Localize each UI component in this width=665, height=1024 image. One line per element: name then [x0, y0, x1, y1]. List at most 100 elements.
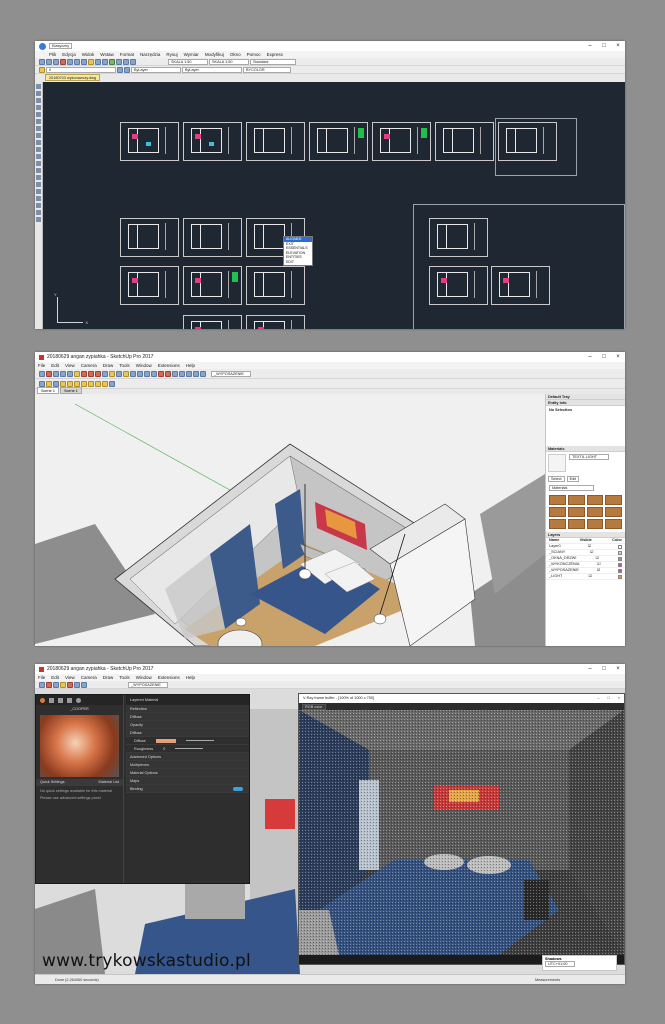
- binding-toggle[interactable]: [233, 787, 243, 791]
- line-icon[interactable]: [53, 370, 59, 377]
- drawing-sheet[interactable]: [491, 266, 550, 305]
- tape-icon[interactable]: [109, 370, 115, 377]
- material-thumbnail[interactable]: [586, 519, 604, 529]
- new-icon[interactable]: [39, 58, 45, 65]
- layer-combo[interactable]: 0: [46, 66, 116, 73]
- material-thumbnail[interactable]: [549, 519, 566, 529]
- move-icon[interactable]: [36, 133, 41, 138]
- vray-render-icon[interactable]: [39, 380, 45, 387]
- layer-visible-checkbox[interactable]: ☑: [588, 574, 591, 579]
- sketchup-viewport[interactable]: [35, 394, 545, 646]
- zoom-icon[interactable]: [81, 681, 87, 688]
- layer-visible-checkbox[interactable]: ☑: [590, 550, 593, 555]
- rotate-icon[interactable]: [36, 147, 41, 152]
- drawing-sheet[interactable]: [183, 218, 242, 257]
- menu-item[interactable]: Draw: [103, 675, 114, 680]
- menu-item[interactable]: File: [38, 363, 45, 368]
- drawing-sheet[interactable]: [429, 218, 488, 257]
- color-combo[interactable]: ByLayer: [131, 66, 181, 73]
- minimize-button[interactable]: –: [583, 43, 597, 49]
- drawing-sheet[interactable]: [309, 122, 368, 161]
- menu-item[interactable]: Wymiar: [184, 52, 199, 57]
- menu-item[interactable]: Rysuj: [166, 52, 177, 57]
- material-thumbnail[interactable]: [605, 495, 622, 505]
- vray-interactive-icon[interactable]: [46, 380, 52, 387]
- scale-icon[interactable]: [36, 154, 41, 159]
- open-icon[interactable]: [46, 58, 52, 65]
- menu-item[interactable]: Narzędzia: [140, 52, 160, 57]
- cad-logo-icon[interactable]: [39, 42, 46, 50]
- eraser-icon[interactable]: [46, 370, 52, 377]
- drawing-sheet[interactable]: [372, 122, 431, 161]
- menu-item[interactable]: Plik: [49, 52, 56, 57]
- menu-item[interactable]: File: [38, 675, 45, 680]
- extension-icon[interactable]: [165, 370, 171, 377]
- prop-section[interactable]: Reflection: [126, 705, 249, 713]
- menu-item[interactable]: View: [65, 363, 75, 368]
- layer-visible-checkbox[interactable]: ☑: [588, 544, 591, 549]
- fillet-icon[interactable]: [36, 189, 41, 194]
- menu-item[interactable]: Window: [136, 675, 152, 680]
- workspace-combo[interactable]: Klasyczny: [49, 43, 73, 49]
- arc-icon[interactable]: [36, 105, 41, 110]
- select-tab[interactable]: Select: [548, 476, 565, 482]
- maximize-button[interactable]: □: [597, 666, 611, 672]
- menu-item[interactable]: Wstaw: [100, 52, 114, 57]
- warehouse-icon[interactable]: [158, 370, 164, 377]
- paste-icon[interactable]: [81, 58, 87, 65]
- close-button[interactable]: ×: [611, 43, 625, 49]
- drawing-sheet[interactable]: [183, 122, 242, 161]
- trim-icon[interactable]: [36, 161, 41, 166]
- scene-tab[interactable]: Scene 1: [59, 387, 82, 394]
- menu-item[interactable]: Draw: [103, 363, 114, 368]
- hatch-icon[interactable]: [36, 119, 41, 124]
- layer-dropdown[interactable]: _WYPOSAZENIE: [128, 681, 168, 688]
- menu-item[interactable]: View: [65, 675, 75, 680]
- rotate-icon[interactable]: [88, 370, 94, 377]
- pan-icon[interactable]: [137, 370, 143, 377]
- zoom-icon[interactable]: [116, 58, 122, 65]
- redo-icon[interactable]: [102, 58, 108, 65]
- move-icon[interactable]: [81, 370, 87, 377]
- linetype-combo[interactable]: ByLayer: [182, 66, 242, 73]
- vray-light-icon[interactable]: [67, 380, 73, 387]
- menu-item[interactable]: Camera: [81, 675, 97, 680]
- polyline-icon[interactable]: [36, 91, 41, 96]
- material-thumbnail[interactable]: [605, 519, 622, 529]
- settings-tab-icon[interactable]: [76, 697, 81, 703]
- line-icon[interactable]: [53, 681, 59, 688]
- layer-color-swatch[interactable]: [617, 562, 622, 567]
- prop-section[interactable]: Advanced Options: [126, 753, 249, 761]
- material-name-field[interactable]: TEXTIL LIGHT: [569, 454, 609, 460]
- menu-item[interactable]: Help: [186, 675, 195, 680]
- layer-visible-checkbox[interactable]: ☑: [597, 562, 600, 567]
- layer-color-swatch[interactable]: [617, 574, 622, 579]
- drawing-sheet[interactable]: [120, 218, 179, 257]
- menu-item[interactable]: Edit: [51, 675, 59, 680]
- drawing-sheet[interactable]: [246, 122, 305, 161]
- line-icon[interactable]: [36, 84, 41, 89]
- menu-item[interactable]: Help: [186, 363, 195, 368]
- drawing-sheet[interactable]: [246, 315, 305, 329]
- menu-item[interactable]: Modyfikuj: [205, 52, 224, 57]
- roughness-slider[interactable]: [175, 748, 204, 749]
- vray-mesh-icon[interactable]: [109, 380, 115, 387]
- material-preview[interactable]: [40, 715, 119, 777]
- iso-view-icon[interactable]: [172, 370, 178, 377]
- extend-icon[interactable]: [36, 168, 41, 173]
- menu-item[interactable]: Edit: [51, 363, 59, 368]
- copy-tool-icon[interactable]: [36, 140, 41, 145]
- select-icon[interactable]: [39, 370, 45, 377]
- zoom-extents-icon[interactable]: [151, 370, 157, 377]
- vray-sphere-light-icon[interactable]: [74, 380, 80, 387]
- pushpull-icon[interactable]: [74, 370, 80, 377]
- select-icon[interactable]: [39, 681, 45, 688]
- mirror-icon[interactable]: [36, 182, 41, 187]
- material-thumbnail[interactable]: [567, 495, 585, 505]
- layer-color-swatch[interactable]: [618, 544, 622, 549]
- vray-asset-editor-icon[interactable]: [53, 380, 59, 387]
- block-icon[interactable]: [36, 217, 41, 222]
- autocomplete-item[interactable]: EDIT: [284, 260, 312, 265]
- lights-tab-icon[interactable]: [49, 697, 54, 703]
- close-button[interactable]: ×: [611, 354, 625, 360]
